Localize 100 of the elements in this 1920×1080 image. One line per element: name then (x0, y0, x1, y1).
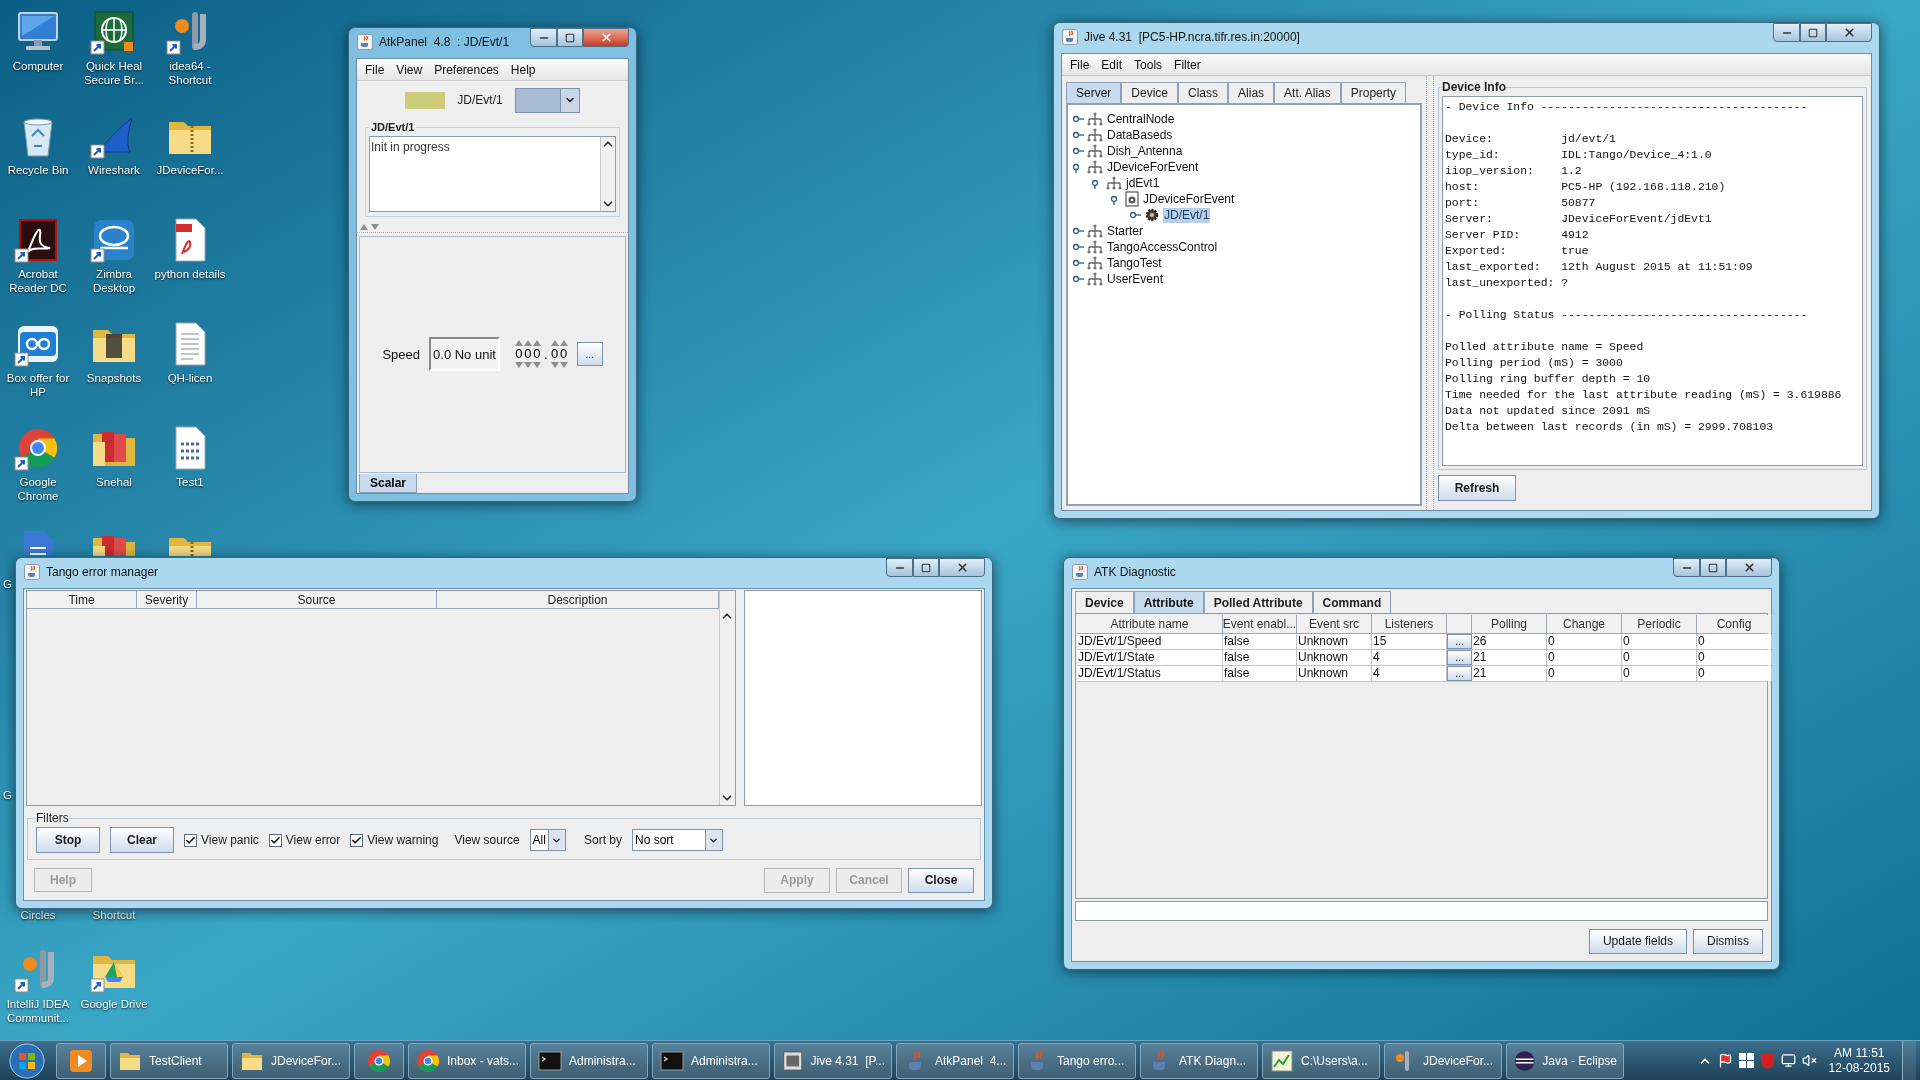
tab[interactable]: Command (1312, 591, 1392, 613)
maximize-button[interactable] (913, 558, 939, 577)
close-button[interactable] (1726, 558, 1772, 577)
tree-item[interactable]: JD/Evt/1 (1163, 207, 1211, 223)
menu-item[interactable]: Tools (1130, 55, 1167, 74)
refresh-button[interactable]: Refresh (1438, 475, 1516, 501)
checkbox[interactable]: View warning (350, 831, 439, 849)
taskbar-button[interactable]: TestClient (110, 1042, 228, 1079)
close-button[interactable] (939, 558, 985, 577)
detail-button[interactable]: ... (1447, 666, 1472, 681)
tree-item[interactable]: TangoTest (1106, 255, 1163, 271)
maximize-button[interactable] (557, 28, 583, 47)
taskbar-button[interactable]: JDeviceFor... (232, 1042, 350, 1079)
expander-handle[interactable] (1129, 209, 1141, 221)
tab[interactable]: Scalar (359, 474, 418, 493)
source-dropdown[interactable]: All (529, 829, 566, 851)
taskbar-button[interactable]: Inbox - vats... (408, 1042, 526, 1079)
dialog-button[interactable]: Close (908, 867, 974, 893)
monitor-icon[interactable] (1780, 1053, 1796, 1068)
taskbar-button[interactable]: C:\Users\a... (1262, 1042, 1380, 1079)
taskbar-button[interactable]: ATK Diagn... (1140, 1042, 1258, 1079)
flag-icon[interactable] (1717, 1053, 1733, 1068)
more-button[interactable]: ... (576, 342, 603, 367)
windows-logo-icon[interactable] (1738, 1053, 1754, 1068)
close-icon (1742, 561, 1756, 574)
tree-item[interactable]: UserEvent (1106, 271, 1165, 287)
taskbar-button[interactable]: JDeviceFor... (1384, 1042, 1502, 1079)
tab[interactable]: Attribute (1133, 591, 1204, 613)
table-cell: Unknown (1297, 666, 1372, 681)
scrollbar[interactable] (719, 591, 735, 805)
tree-item[interactable]: Starter (1106, 223, 1144, 239)
expander-handle[interactable] (1072, 241, 1084, 253)
minimize-button[interactable] (530, 28, 557, 47)
maximize-button[interactable] (1800, 23, 1826, 42)
tab[interactable]: Device (1121, 82, 1179, 103)
checkbox[interactable]: View panic (184, 831, 259, 849)
close-button[interactable] (583, 28, 629, 47)
expander-handle[interactable] (1072, 257, 1084, 269)
dialog-button[interactable]: Update fields (1588, 928, 1687, 954)
checkbox[interactable]: View error (268, 831, 341, 849)
menu-item[interactable]: View (392, 60, 427, 79)
menu-item[interactable]: Preferences (430, 60, 503, 79)
scrollbar[interactable] (600, 136, 615, 211)
status-text-area[interactable]: Init in progress (369, 135, 616, 212)
close-button[interactable] (1826, 23, 1872, 42)
tab[interactable]: Polled Attribute (1203, 591, 1313, 613)
tree-item[interactable]: DataBaseds (1106, 127, 1174, 143)
tree-item[interactable]: TangoAccessControl (1106, 239, 1219, 255)
tree-item[interactable]: CentralNode (1106, 111, 1176, 127)
split-up-icon[interactable] (360, 224, 368, 230)
menu-item[interactable]: Edit (1097, 55, 1127, 74)
taskbar-button[interactable] (56, 1042, 106, 1079)
tab[interactable]: Att. Alias (1274, 82, 1341, 103)
minimize-button[interactable] (886, 558, 913, 577)
filter-button[interactable]: Clear (110, 827, 174, 853)
taskbar-button[interactable] (354, 1042, 404, 1079)
show-desktop-button[interactable] (1902, 1040, 1916, 1080)
dialog-button[interactable]: Dismiss (1693, 928, 1763, 954)
state-dropdown[interactable] (514, 87, 580, 113)
tree-item[interactable]: jdEvt1 (1125, 175, 1161, 191)
text-field[interactable] (1075, 901, 1768, 921)
expander-handle[interactable] (1072, 129, 1084, 141)
check-icon (185, 834, 196, 846)
tab[interactable]: Class (1178, 82, 1229, 103)
detail-button[interactable]: ... (1447, 634, 1472, 649)
expander-handle[interactable] (1072, 225, 1084, 237)
close-icon (599, 31, 613, 44)
play-icon (68, 1047, 94, 1074)
clock[interactable]: AM 11:51 12-08-2015 (1822, 1045, 1896, 1076)
filter-button[interactable]: Stop (36, 827, 100, 853)
muted-speaker-icon[interactable] (1801, 1053, 1817, 1068)
maximize-button[interactable] (1700, 558, 1726, 577)
split-down-icon[interactable] (371, 224, 379, 230)
taskbar-button[interactable]: Administra... (652, 1042, 770, 1079)
tree-item[interactable]: JDeviceForEvent (1142, 191, 1236, 207)
taskbar-button[interactable]: Administra... (530, 1042, 648, 1079)
table-cell: false (1223, 666, 1297, 681)
minimize-button[interactable] (1673, 558, 1700, 577)
tab[interactable]: Property (1340, 82, 1407, 103)
menu-item[interactable]: Filter (1170, 55, 1205, 74)
tree-item[interactable]: Dish_Antenna (1106, 143, 1184, 159)
menu-item[interactable]: File (361, 60, 389, 79)
tab[interactable]: Server (1066, 82, 1122, 103)
taskbar-button[interactable]: Java - Eclipse (1506, 1042, 1624, 1079)
menu-item[interactable]: File (1066, 55, 1094, 74)
field-label: View source (454, 832, 520, 849)
tree-item[interactable]: JDeviceForEvent (1106, 159, 1200, 175)
tab[interactable]: Alias (1228, 82, 1275, 103)
taskbar-button[interactable]: Tango erro... (1018, 1042, 1136, 1079)
expander-handle[interactable] (1072, 145, 1084, 157)
menu-item[interactable]: Help (506, 60, 540, 79)
detail-button[interactable]: ... (1447, 650, 1472, 665)
expander-handle[interactable] (1072, 113, 1084, 125)
tab[interactable]: Device (1075, 591, 1134, 613)
expander-handle[interactable] (1072, 273, 1084, 285)
taskbar-button[interactable]: AtkPanel 4... (896, 1042, 1014, 1079)
minimize-button[interactable] (1773, 23, 1800, 42)
close-icon (1842, 26, 1856, 39)
sort-dropdown[interactable]: No sort (631, 829, 723, 851)
taskbar-button[interactable]: Jive 4.31 [P... (774, 1042, 892, 1079)
